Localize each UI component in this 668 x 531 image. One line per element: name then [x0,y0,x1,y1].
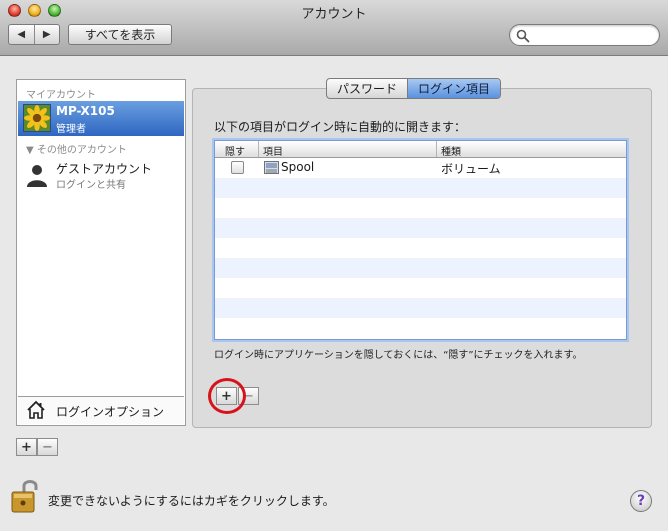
lock-instruction-text: 変更できないようにするにはカギをクリックします。 [48,494,335,508]
empty-row [215,238,626,258]
empty-row [215,258,626,278]
empty-row [215,198,626,218]
login-options-label: ログインオプション [56,405,165,419]
remove-account-button[interactable]: − [37,438,58,456]
empty-row [215,318,626,338]
search-icon [516,29,530,43]
house-icon [27,400,45,419]
add-account-button[interactable]: + [16,438,37,456]
account-role: 管理者 [56,124,86,135]
table-row[interactable]: Spool ボリューム [215,158,626,178]
guest-account-name: ゲストアカウント [56,162,153,176]
login-items-table[interactable]: 隠す 項目 種類 Spool ボリューム [214,140,627,340]
back-button[interactable]: ◀ [9,25,34,44]
account-row-guest[interactable]: ゲストアカウント ログインと共有 [18,160,184,192]
hide-hint-text: ログイン時にアプリケーションを隠しておくには、“隠す”にチェックを入れます。 [214,350,583,361]
tab-bar: パスワード ログイン項目 [326,78,502,99]
column-header-item[interactable]: 項目 [263,143,283,158]
account-name: MP-X105 [56,104,115,118]
account-row-mp-x105[interactable]: MP-X105 管理者 [18,101,184,136]
flower-avatar-icon [23,104,51,132]
empty-row [215,298,626,318]
search-field[interactable] [509,24,660,46]
table-rows: Spool ボリューム [215,158,626,338]
hide-checkbox[interactable] [231,161,244,174]
lock-icon[interactable] [10,478,42,514]
network-volume-icon [264,161,279,174]
window-toolbar: アカウント ◀ ▶ すべてを表示 [0,0,668,56]
person-silhouette-icon [27,165,47,187]
table-header: 隠す 項目 種類 [215,141,626,158]
column-header-hide[interactable]: 隠す [225,143,245,158]
guest-account-sub: ログインと共有 [56,180,126,191]
account-list: マイアカウント MP-X105 管理者 ▼ その他のアカウント ゲストアカウント… [16,79,186,426]
highlight-circle-annotation [208,378,246,414]
other-accounts-header[interactable]: ▼ その他のアカウント [26,141,127,156]
login-options-item[interactable]: ログインオプション [18,396,184,424]
column-divider [436,141,437,157]
empty-row [215,178,626,198]
window-title: アカウント [301,7,367,22]
empty-row [215,218,626,238]
login-items-instruction: 以下の項目がログイン時に自動的に開きます： [214,120,467,134]
tab-password[interactable]: パスワード [327,79,407,98]
back-forward-control: ◀ ▶ [8,24,60,45]
login-item-kind: ボリューム [441,162,501,176]
empty-row [215,278,626,298]
show-all-button[interactable]: すべてを表示 [68,24,172,45]
column-header-kind[interactable]: 種類 [441,143,461,158]
forward-button[interactable]: ▶ [33,25,60,44]
column-divider [258,141,259,157]
tab-login-items[interactable]: ログイン項目 [407,79,501,98]
help-button[interactable]: ? [630,490,652,512]
my-account-header: マイアカウント [26,90,96,101]
login-item-name: Spool [281,160,315,174]
